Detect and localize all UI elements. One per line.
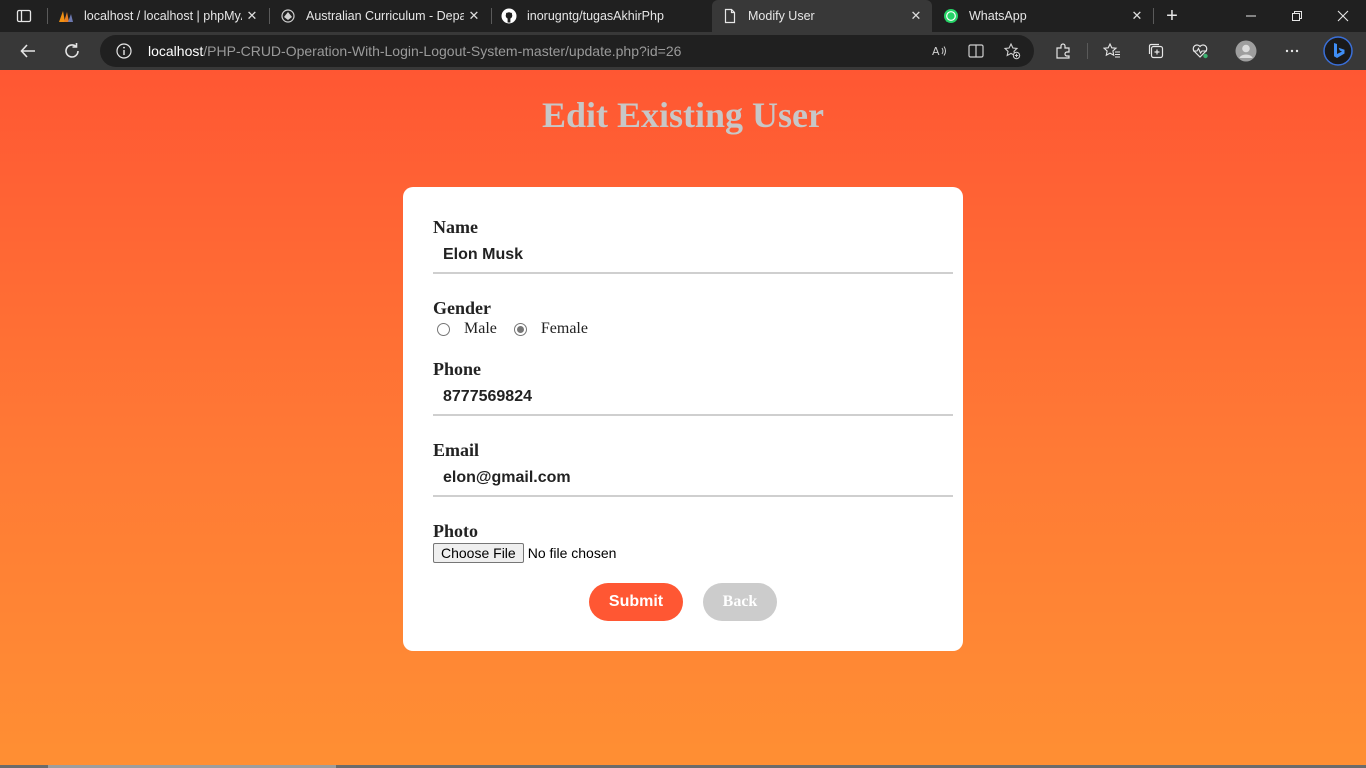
tab-separator	[1153, 8, 1154, 24]
gender-radio-group: Male Female	[437, 320, 605, 338]
tab-title: inorugntg/tugasAkhirPhp	[527, 9, 664, 23]
extensions-icon[interactable]	[1049, 37, 1077, 65]
bing-copilot-icon[interactable]	[1322, 35, 1354, 67]
name-label: Name	[433, 217, 478, 237]
name-input[interactable]	[433, 238, 953, 274]
collections-icon[interactable]	[1142, 37, 1170, 65]
tab-modify-user[interactable]: Modify User ✕	[712, 0, 932, 32]
gender-female-radio[interactable]	[513, 322, 527, 336]
tab-phpmyadmin[interactable]: localhost / localhost | phpMyAdmin ✕	[48, 0, 268, 32]
url-text[interactable]: localhost/PHP-CRUD-Operation-With-Login-…	[148, 43, 681, 59]
back-arrow-icon[interactable]	[14, 37, 42, 65]
coat-of-arms-icon	[280, 8, 296, 24]
tab-actions-icon[interactable]	[12, 6, 36, 26]
tab-strip: localhost / localhost | phpMyAdmin ✕ Aus…	[0, 0, 1366, 32]
gender-male-label: Male	[464, 320, 497, 337]
choose-file-button[interactable]: Choose File	[433, 542, 524, 563]
edit-user-form: Name Gender Male Female Phone Email Phot…	[403, 187, 963, 651]
photo-label: Photo	[433, 521, 478, 541]
tab-australian-curriculum[interactable]: Australian Curriculum - Department ✕	[270, 0, 490, 32]
email-label: Email	[433, 440, 480, 460]
phpmyadmin-icon	[58, 8, 74, 24]
tab-title: Modify User	[748, 9, 815, 23]
github-icon	[501, 8, 517, 24]
page-viewport: Edit Existing User Name Gender Male Fema…	[0, 70, 1366, 768]
read-aloud-icon[interactable]: A	[930, 41, 950, 61]
close-icon[interactable]: ✕	[242, 6, 262, 26]
page-icon	[722, 8, 738, 24]
tab-title: localhost / localhost | phpMyAdmin	[84, 9, 242, 23]
address-bar[interactable]: localhost/PHP-CRUD-Operation-With-Login-…	[100, 35, 1034, 67]
refresh-icon[interactable]	[58, 37, 86, 65]
submit-button[interactable]: Submit	[589, 583, 683, 621]
close-icon[interactable]: ✕	[464, 6, 484, 26]
phone-input[interactable]	[433, 380, 953, 416]
browser-toolbar: localhost/PHP-CRUD-Operation-With-Login-…	[0, 32, 1366, 70]
more-menu-icon[interactable]	[1278, 37, 1306, 65]
phone-label: Phone	[433, 359, 482, 379]
tab-whatsapp[interactable]: WhatsApp ✕	[933, 0, 1153, 32]
new-tab-icon[interactable]: +	[1160, 4, 1184, 28]
site-info-icon[interactable]	[116, 43, 132, 59]
gender-label: Gender	[433, 298, 491, 318]
url-host: localhost	[148, 43, 204, 59]
close-window-icon[interactable]	[1320, 0, 1366, 32]
tab-github[interactable]: inorugntg/tugasAkhirPhp	[491, 0, 711, 32]
back-button[interactable]: Back	[703, 583, 777, 621]
toolbar-separator	[1087, 43, 1088, 59]
close-icon[interactable]: ✕	[1127, 6, 1147, 26]
url-path: /PHP-CRUD-Operation-With-Login-Logout-Sy…	[203, 43, 682, 59]
gender-male-radio[interactable]	[437, 322, 450, 336]
email-input[interactable]	[433, 461, 953, 497]
restore-icon[interactable]	[1274, 0, 1320, 32]
tab-title: WhatsApp	[969, 9, 1027, 23]
close-icon[interactable]: ✕	[906, 6, 926, 26]
minimize-icon[interactable]	[1228, 0, 1274, 32]
photo-file-input: Choose File No file chosen	[433, 542, 616, 563]
split-screen-icon[interactable]	[966, 41, 986, 61]
profile-avatar-icon[interactable]	[1232, 37, 1260, 65]
page-title: Edit Existing User	[541, 95, 825, 135]
gender-female-label: Female	[540, 320, 588, 337]
tab-title: Australian Curriculum - Department	[306, 9, 464, 23]
whatsapp-icon	[943, 8, 959, 24]
svg-text:A: A	[932, 45, 940, 58]
browser-essentials-icon[interactable]	[1186, 37, 1214, 65]
file-status-text: No file chosen	[527, 544, 617, 561]
add-favorite-icon[interactable]	[1002, 41, 1022, 61]
favorites-icon[interactable]	[1098, 37, 1126, 65]
